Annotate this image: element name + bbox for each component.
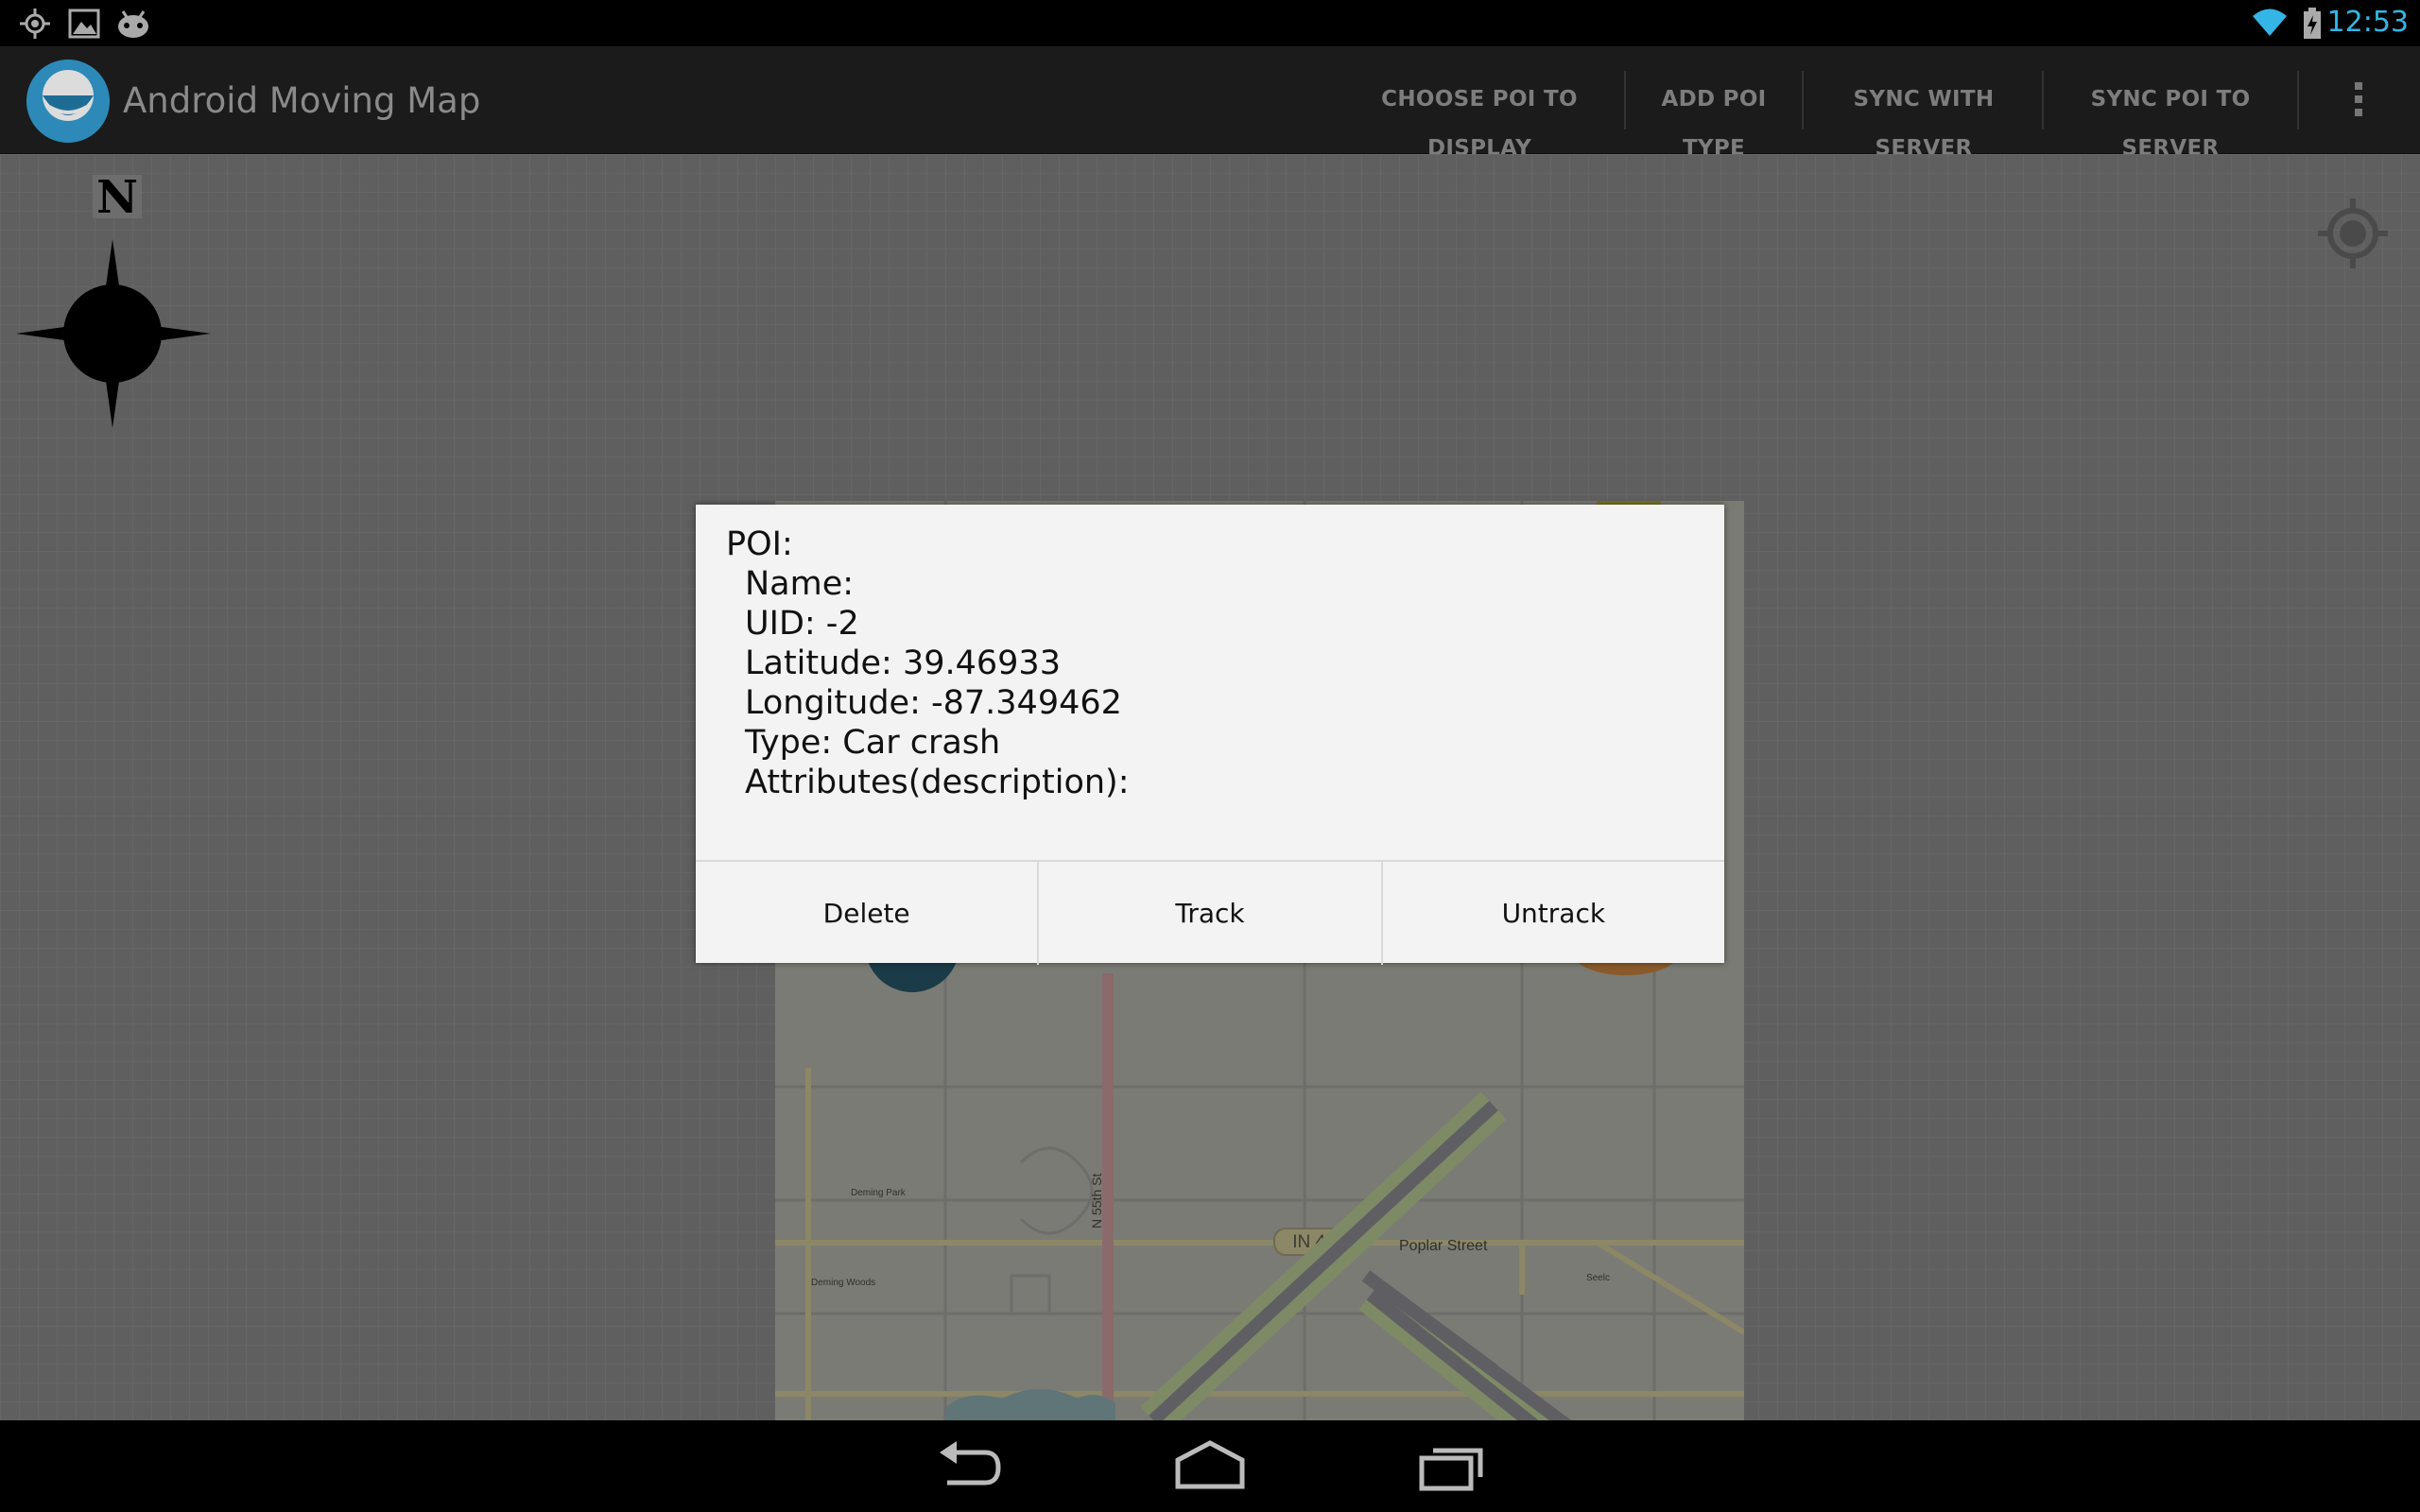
- divider: [2297, 71, 2299, 129]
- android-debug-icon: [115, 8, 151, 44]
- poi-type: Type: Car crash: [745, 724, 1001, 762]
- poi-header: POI:: [726, 525, 793, 563]
- divider: [2042, 71, 2044, 129]
- poi-details-dialog: POI: Name: UID: -2 Latitude: 39.46933 Lo…: [696, 505, 1724, 965]
- battery-charging-icon: [2303, 8, 2322, 44]
- clock: 12:53: [2326, 6, 2409, 39]
- delete-button[interactable]: Delete: [696, 862, 1040, 965]
- image-icon: [68, 8, 100, 44]
- map-label-road: N 55th St: [1089, 1174, 1104, 1228]
- map-label-street: Poplar Street: [1399, 1238, 1488, 1254]
- divider: [1802, 71, 1804, 129]
- gps-icon: [19, 8, 51, 44]
- poi-latitude: Latitude: 39.46933: [745, 644, 1061, 682]
- poi-name: Name:: [745, 565, 855, 603]
- track-button[interactable]: Track: [1039, 862, 1383, 965]
- poi-details-body: POI: Name: UID: -2 Latitude: 39.46933 Lo…: [696, 505, 1724, 860]
- poi-attributes: Attributes(description):: [745, 764, 1130, 801]
- status-bar: 12:53: [0, 0, 2420, 46]
- recent-apps-icon[interactable]: [1418, 1439, 1490, 1497]
- back-icon[interactable]: [936, 1439, 1004, 1497]
- choose-poi-button[interactable]: CHOOSE POI TO DISPLAY: [1342, 75, 1616, 161]
- poi-longitude: Longitude: -87.349462: [745, 684, 1122, 722]
- wifi-icon: [2252, 8, 2288, 43]
- poi-uid: UID: -2: [745, 605, 859, 643]
- overflow-menu-icon[interactable]: [2344, 78, 2373, 126]
- home-icon[interactable]: [1174, 1439, 1246, 1497]
- action-bar: Android Moving Map CHOOSE POI TO DISPLAY…: [0, 46, 2420, 161]
- sync-poi-to-server-button[interactable]: SYNC POI TO SERVER: [2049, 75, 2291, 161]
- app-title: Android Moving Map: [123, 80, 481, 121]
- map-label-place3: Seelc: [1586, 1273, 1610, 1283]
- add-poi-type-button[interactable]: ADD POI TYPE: [1633, 75, 1795, 161]
- untrack-button[interactable]: Untrack: [1383, 862, 1724, 965]
- sync-with-server-button[interactable]: SYNC WITH SERVER: [1809, 75, 2038, 161]
- my-location-icon[interactable]: [2316, 197, 2390, 275]
- compass-north-label: N: [96, 171, 138, 224]
- compass-icon: N: [9, 163, 217, 433]
- navigation-bar: [0, 1420, 2420, 1512]
- divider: [1624, 71, 1626, 129]
- dialog-button-bar: Delete Track Untrack: [696, 860, 1724, 965]
- map-label-place1: Deming Park: [851, 1188, 907, 1198]
- map-label-place2: Deming Woods: [811, 1278, 875, 1288]
- app-logo-icon[interactable]: [26, 60, 110, 143]
